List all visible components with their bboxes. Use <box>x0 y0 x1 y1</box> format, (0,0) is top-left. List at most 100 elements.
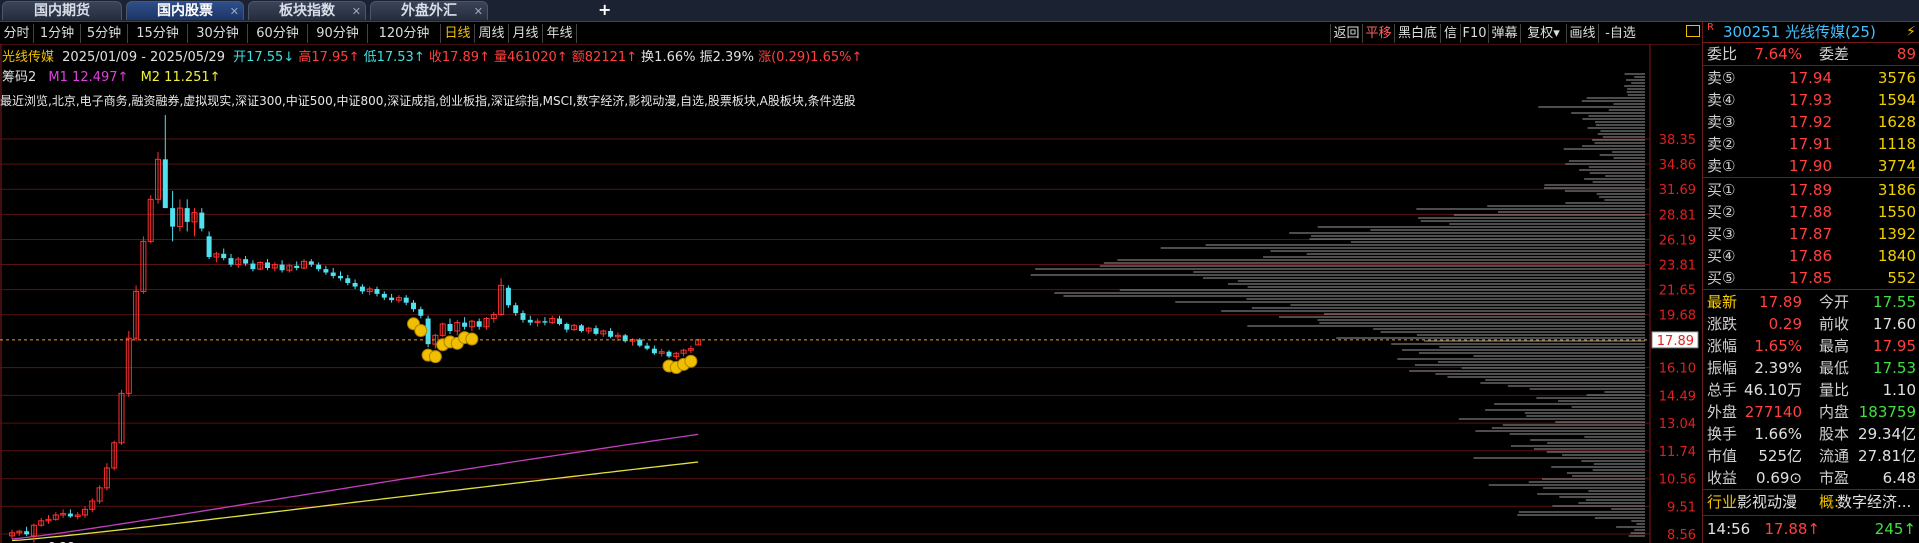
price-tick-label: 23.81 <box>1659 259 1696 274</box>
indicator-name: 筹码2 <box>2 70 37 85</box>
stat-row: 换手 1.66% 股本 29.34亿 <box>1707 425 1916 443</box>
period-8[interactable]: 日线 <box>441 24 475 43</box>
period-2[interactable]: 5分钟 <box>81 24 128 43</box>
stat-row: 外盘 277140 内盘 183759 <box>1707 403 1916 421</box>
tool-button-6[interactable]: 复权▾ <box>1520 24 1566 43</box>
ask-row: 卖② 17.91 1118 <box>1707 135 1916 153</box>
tool-button-7[interactable]: 画线 <box>1566 24 1598 43</box>
candle-body <box>557 318 562 324</box>
ma2-value: M2 11.251↑ <box>140 70 221 85</box>
smiley-icon <box>684 354 698 368</box>
period-3[interactable]: 15分钟 <box>128 24 188 43</box>
stat-row: 市值 525亿 流通 27.81亿 <box>1707 447 1916 465</box>
candle-body <box>308 261 314 265</box>
candle-body <box>279 264 285 271</box>
tool-button-3[interactable]: 信 <box>1440 24 1460 43</box>
ma-legend: 筹码2 M1 12.497↑ M2 11.251↑ <box>2 66 221 85</box>
open-value: 开17.55↓ <box>233 50 295 65</box>
tab-label: 板块指数 <box>279 3 335 19</box>
volume-value: 量461020↑ <box>494 50 568 65</box>
candle-body <box>666 351 672 357</box>
tool-button-8[interactable]: -自选 <box>1598 24 1642 43</box>
candle-body <box>170 208 176 227</box>
bid-row: 买① 17.89 3186 <box>1707 181 1916 199</box>
tab-label: 国内期货 <box>34 3 90 19</box>
price-tick-label: 8.56 <box>1667 528 1696 543</box>
stat-row: 总手 46.10万 量比 1.10 <box>1707 381 1916 399</box>
period-11[interactable]: 年线 <box>543 24 577 43</box>
candle-body <box>593 328 599 334</box>
window-icon[interactable] <box>1686 25 1700 37</box>
stat-row: 振幅 2.39% 最低 17.53 <box>1707 359 1916 377</box>
period-9[interactable]: 周线 <box>475 24 509 43</box>
period-0[interactable]: 分时 <box>0 24 34 43</box>
related-blocks[interactable]: 最近浏览,北京,电子商务,融资融券,虚拟现实,深证300,中证500,中证800… <box>0 92 856 109</box>
weibi-row: 委比 7.64% 委差 89 <box>1707 45 1916 63</box>
period-10[interactable]: 月线 <box>509 24 543 43</box>
price-tick-label: 9.51 <box>1667 500 1696 515</box>
price-tick-label: 14.49 <box>1659 389 1696 404</box>
candle-body <box>330 272 336 276</box>
price-tick-label: 19.68 <box>1659 309 1696 324</box>
tab-sector-index[interactable]: 板块指数 ✕ <box>248 1 366 20</box>
price-tick-label: 16.10 <box>1659 362 1696 377</box>
price-tick-label: 10.56 <box>1659 473 1696 488</box>
candle-body <box>578 325 584 332</box>
price-tick-label: 13.04 <box>1659 417 1696 432</box>
bid-row: 买③ 17.87 1392 <box>1707 225 1916 243</box>
ma-line-M2 <box>11 461 699 542</box>
period-6[interactable]: 90分钟 <box>308 24 368 43</box>
tab-domestic-stocks[interactable]: 国内股票 ✕ <box>126 1 244 20</box>
ma1-value: M1 12.497↑ <box>48 70 129 85</box>
price-tick-label: 38.35 <box>1659 133 1696 148</box>
candle-body <box>542 321 548 323</box>
candle-body <box>462 322 468 327</box>
tab-domestic-futures[interactable]: 国内期货 <box>2 1 122 20</box>
period-1[interactable]: 1分钟 <box>34 24 81 43</box>
price-tick-label: 28.81 <box>1659 208 1696 223</box>
candle-body <box>206 236 212 258</box>
price-tick-label: 31.69 <box>1659 183 1696 198</box>
tool-button-0[interactable]: 返回 <box>1330 24 1362 43</box>
date-range: 2025/01/09 - 2025/05/29 <box>62 50 225 65</box>
candle-body <box>323 269 329 273</box>
candle-body <box>345 278 351 283</box>
tool-button-4[interactable]: F10 <box>1460 24 1488 43</box>
candle-body <box>250 263 256 270</box>
price-tick-label: 26.19 <box>1659 233 1696 248</box>
close-icon[interactable]: ✕ <box>352 2 361 21</box>
period-4[interactable]: 30分钟 <box>188 24 248 43</box>
candle-body <box>651 348 657 354</box>
stat-row: 收益 0.69⊙ 市盈 6.48 <box>1707 469 1916 487</box>
lightning-icon[interactable]: ⚡ <box>1906 22 1916 42</box>
candle-body <box>513 305 519 314</box>
tick-row: 14:56 17.88↑ 245↑ <box>1707 520 1916 538</box>
close-icon[interactable]: ✕ <box>230 2 239 21</box>
bid-row: 买② 17.88 1550 <box>1707 203 1916 221</box>
candle-body <box>265 262 270 268</box>
candle-body <box>316 264 322 270</box>
ask-row: 卖① 17.90 3774 <box>1707 157 1916 175</box>
change-value: 涨(0.29)1.65%↑ <box>758 50 863 65</box>
candle-body <box>644 345 650 349</box>
close-icon[interactable]: ✕ <box>474 2 483 21</box>
tool-button-5[interactable]: 弹幕 <box>1488 24 1520 43</box>
ask-row: 卖③ 17.92 1628 <box>1707 113 1916 131</box>
add-tab-button[interactable]: + <box>598 0 611 19</box>
period-7[interactable]: 120分钟 <box>368 24 441 43</box>
quote-panel: R 300251 光线传媒(25) ⚡ 委比 7.64% 委差 89 卖⑤ 17.94… <box>1702 22 1919 543</box>
candle-body <box>527 319 533 323</box>
stock-code-title: 300251 光线传媒(25) <box>1723 23 1876 41</box>
low-value: 低17.53↑ <box>363 50 425 65</box>
turnover-value: 换1.66% <box>641 50 696 65</box>
tool-button-1[interactable]: 平移 <box>1362 24 1394 43</box>
tool-button-2[interactable]: 黑白底 <box>1394 24 1440 43</box>
tab-foreign-fx[interactable]: 外盘外汇 ✕ <box>370 1 488 20</box>
candle-body <box>411 302 416 310</box>
candle-body <box>359 286 365 292</box>
kline-chart[interactable]: 38.35 34.86 31.69 28.81 26.19 23.81 21.65 19.68… <box>0 44 1700 543</box>
candle-body <box>389 297 395 301</box>
candle-body <box>352 282 358 287</box>
stat-row: 最新 17.89 今开 17.55 <box>1707 293 1916 311</box>
period-5[interactable]: 60分钟 <box>248 24 308 43</box>
